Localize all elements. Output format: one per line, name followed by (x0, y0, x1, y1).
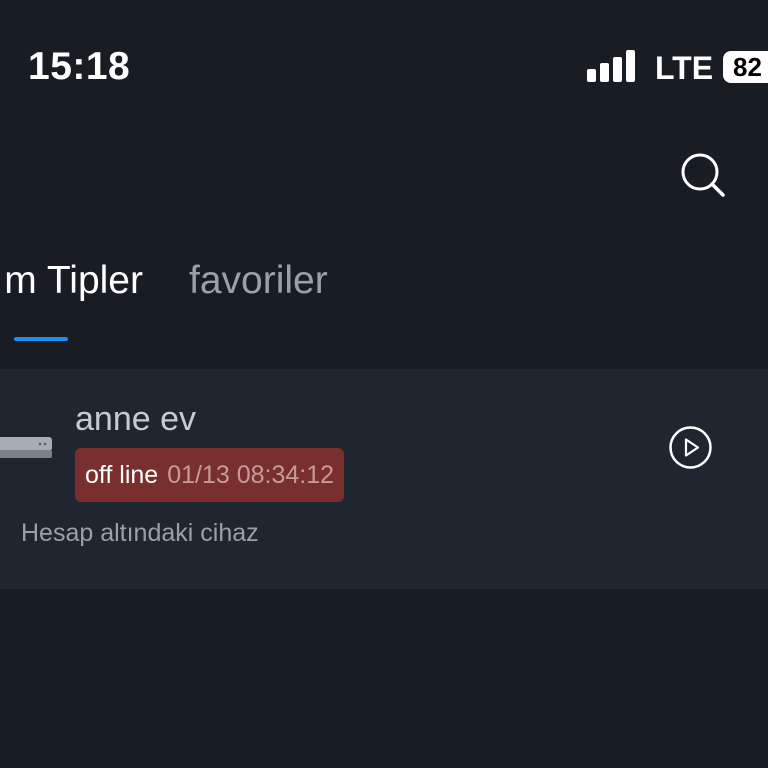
signal-icon (587, 50, 637, 82)
tab-favorites[interactable]: favoriler (189, 258, 328, 304)
tab-types[interactable]: m Tipler (4, 258, 143, 304)
network-type: LTE (655, 50, 714, 86)
status-text: off line (85, 460, 159, 489)
tab-bar: m Tipler favoriler (0, 240, 768, 350)
status-badge: off line 01/13 08:34:12 (75, 448, 345, 502)
device-description: Hesap altındaki cihaz (21, 519, 259, 547)
status-bar: 15:18 LTE 82 (0, 0, 768, 120)
battery-icon: 82 (723, 51, 768, 83)
status-time: 15:18 (28, 45, 131, 88)
play-circle-icon (669, 426, 712, 469)
battery-level: 82 (733, 52, 762, 82)
device-name: anne ev (75, 400, 196, 438)
active-tab-indicator (14, 337, 68, 341)
search-icon (681, 153, 725, 197)
last-seen-time: 01/13 08:34:12 (167, 460, 335, 489)
play-button[interactable] (668, 425, 713, 470)
device-card[interactable]: anne ev off line 01/13 08:34:12 Hesap al… (0, 369, 768, 589)
device-image (0, 433, 52, 463)
search-button[interactable] (680, 152, 726, 198)
